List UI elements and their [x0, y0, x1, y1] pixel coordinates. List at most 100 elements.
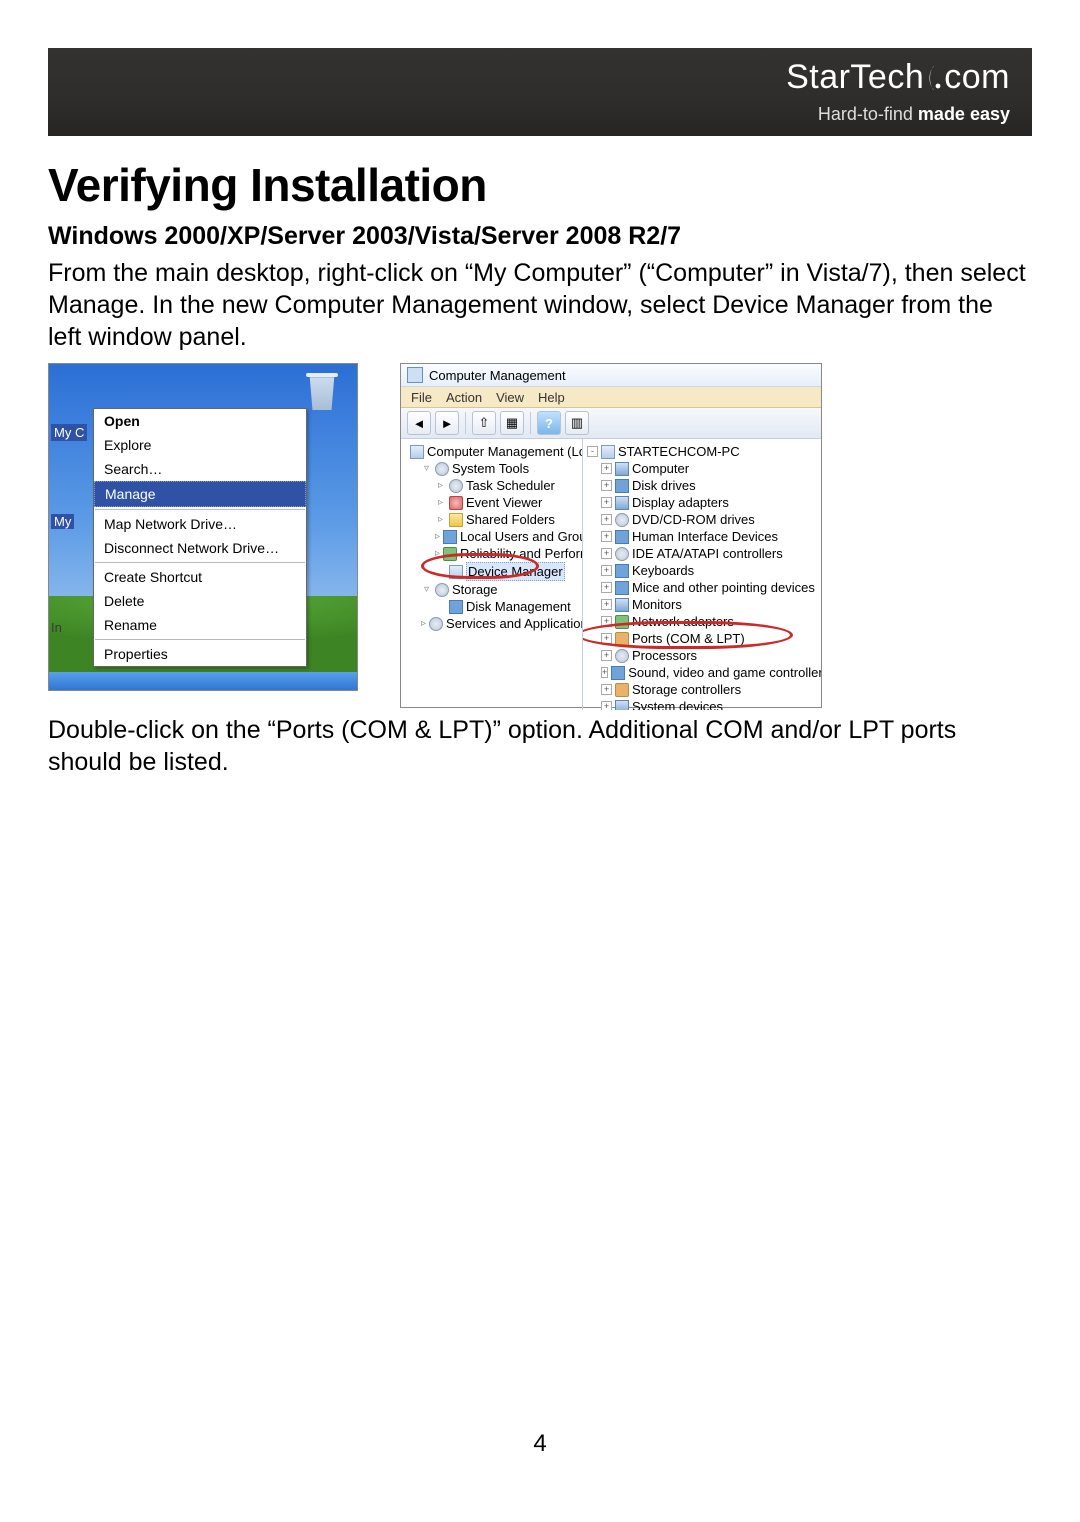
- tree-label: Keyboards: [632, 562, 694, 579]
- context-menu-item[interactable]: Manage: [94, 481, 306, 507]
- tree-icon: [615, 615, 629, 629]
- tree-label: Monitors: [632, 596, 682, 613]
- menu-item[interactable]: Help: [538, 390, 565, 405]
- tree-node[interactable]: +System devices: [587, 698, 821, 710]
- tree-icon: [615, 479, 629, 493]
- tree-icon: [449, 496, 463, 510]
- tree-label: Disk drives: [632, 477, 696, 494]
- tree-node[interactable]: +Computer: [587, 460, 821, 477]
- recycle-bin-icon: [305, 370, 339, 410]
- menu-item[interactable]: Action: [446, 390, 482, 405]
- tree-label: Services and Applications: [446, 615, 583, 632]
- tree-icon: [601, 445, 615, 459]
- tree-node[interactable]: ▹Local Users and Groups: [407, 528, 582, 545]
- up-button[interactable]: ⇧: [472, 411, 496, 435]
- tree-icon: [615, 632, 629, 646]
- back-button[interactable]: ◄: [407, 411, 431, 435]
- page-subheading: Windows 2000/XP/Server 2003/Vista/Server…: [48, 222, 1032, 251]
- tree-node[interactable]: +Processors: [587, 647, 821, 664]
- context-menu: OpenExploreSearchManage Map Network Drive…: [93, 408, 307, 667]
- tree-pane-left[interactable]: Computer Management (Local▿System Tools▹…: [401, 439, 583, 710]
- tree-node[interactable]: -STARTECHCOM-PC: [587, 443, 821, 460]
- tree-icon: [429, 617, 443, 631]
- menu-item[interactable]: View: [496, 390, 524, 405]
- context-menu-item[interactable]: Explore: [94, 433, 306, 457]
- tree-node[interactable]: Device Manager: [407, 562, 582, 581]
- tree-node[interactable]: Computer Management (Local: [407, 443, 582, 460]
- tree-label: Processors: [632, 647, 697, 664]
- intro-paragraph-1: From the main desktop, right-click on “M…: [48, 257, 1032, 353]
- tree-label: Sound, video and game controllers: [628, 664, 821, 681]
- tree-node[interactable]: ▹Event Viewer: [407, 494, 582, 511]
- context-menu-item[interactable]: Create Shortcut: [94, 565, 306, 589]
- properties-button[interactable]: ▦: [500, 411, 524, 435]
- tree-label: STARTECHCOM-PC: [618, 443, 740, 460]
- window-title: Computer Management: [429, 368, 566, 383]
- page-number: 4: [0, 1430, 1080, 1458]
- tree-label: System devices: [632, 698, 723, 710]
- help-button[interactable]: ?: [537, 411, 561, 435]
- tree-node[interactable]: ▹Shared Folders: [407, 511, 582, 528]
- tree-icon: [449, 479, 463, 493]
- tree-node[interactable]: +Sound, video and game controllers: [587, 664, 821, 681]
- context-menu-item[interactable]: Disconnect Network Drive: [94, 536, 306, 560]
- tree-node[interactable]: +Network adapters: [587, 613, 821, 630]
- tree-node[interactable]: ▹Services and Applications: [407, 615, 582, 632]
- tree-node[interactable]: ▹Task Scheduler: [407, 477, 582, 494]
- brand-name-right: com: [944, 58, 1010, 96]
- tree-icon: [615, 547, 629, 561]
- context-menu-item[interactable]: Map Network Drive: [94, 512, 306, 536]
- toolbar: ◄ ► ⇧ ▦ ? ▥: [401, 408, 821, 439]
- tree-node[interactable]: +Ports (COM & LPT): [587, 630, 821, 647]
- brand-logo: StarTechcom: [786, 58, 1010, 97]
- context-menu-item[interactable]: Properties: [94, 642, 306, 666]
- tree-node[interactable]: +DVD/CD-ROM drives: [587, 511, 821, 528]
- tree-label: Display adapters: [632, 494, 729, 511]
- tree-icon: [615, 530, 629, 544]
- tree-node[interactable]: +Disk drives: [587, 477, 821, 494]
- context-menu-item[interactable]: Search: [94, 457, 306, 481]
- tree-node[interactable]: +Monitors: [587, 596, 821, 613]
- tree-node[interactable]: ▹Reliability and Performa: [407, 545, 582, 562]
- tree-label: Mice and other pointing devices: [632, 579, 815, 596]
- app-icon: [407, 367, 423, 383]
- tree-icon: [615, 649, 629, 663]
- tree-icon: [410, 445, 424, 459]
- tree-icon: [615, 581, 629, 595]
- tree-label: Storage controllers: [632, 681, 741, 698]
- tree-label: DVD/CD-ROM drives: [632, 511, 755, 528]
- context-menu-item[interactable]: Rename: [94, 613, 306, 637]
- tree-icon: [615, 564, 629, 578]
- tree-icon: [435, 583, 449, 597]
- tree-node[interactable]: +Storage controllers: [587, 681, 821, 698]
- tree-label: Shared Folders: [466, 511, 555, 528]
- tree-node[interactable]: Disk Management: [407, 598, 582, 615]
- tree-icon: [449, 513, 463, 527]
- tree-label: IDE ATA/ATAPI controllers: [632, 545, 783, 562]
- tree-label: Event Viewer: [466, 494, 542, 511]
- ie-label: In: [51, 620, 62, 635]
- tree-label: Computer: [632, 460, 689, 477]
- tree-node[interactable]: +Human Interface Devices: [587, 528, 821, 545]
- view-button[interactable]: ▥: [565, 411, 589, 435]
- tree-node[interactable]: +IDE ATA/ATAPI controllers: [587, 545, 821, 562]
- screenshot-desktop-context-menu: My C My In OpenExploreSearchManageMap Ne…: [48, 363, 358, 691]
- context-menu-item[interactable]: Open: [94, 409, 306, 433]
- forward-button[interactable]: ►: [435, 411, 459, 435]
- tree-icon: [615, 496, 629, 510]
- tree-icon: [615, 513, 629, 527]
- tree-label: Ports (COM & LPT): [632, 630, 745, 647]
- tree-node[interactable]: +Display adapters: [587, 494, 821, 511]
- tree-node[interactable]: ▿System Tools: [407, 460, 582, 477]
- tree-node[interactable]: ▿Storage: [407, 581, 582, 598]
- tree-pane-right[interactable]: -STARTECHCOM-PC+Computer+Disk drives+Dis…: [583, 439, 821, 710]
- page-heading: Verifying Installation: [48, 158, 1032, 212]
- menu-item[interactable]: File: [411, 390, 432, 405]
- screenshot-computer-management: Computer Management File Action View Help ◄…: [400, 363, 822, 708]
- tree-label: Reliability and Performa: [460, 545, 583, 562]
- tree-node[interactable]: +Keyboards: [587, 562, 821, 579]
- tree-label: Disk Management: [466, 598, 571, 615]
- tree-node[interactable]: +Mice and other pointing devices: [587, 579, 821, 596]
- context-menu-item[interactable]: Delete: [94, 589, 306, 613]
- tree-label: System Tools: [452, 460, 529, 477]
